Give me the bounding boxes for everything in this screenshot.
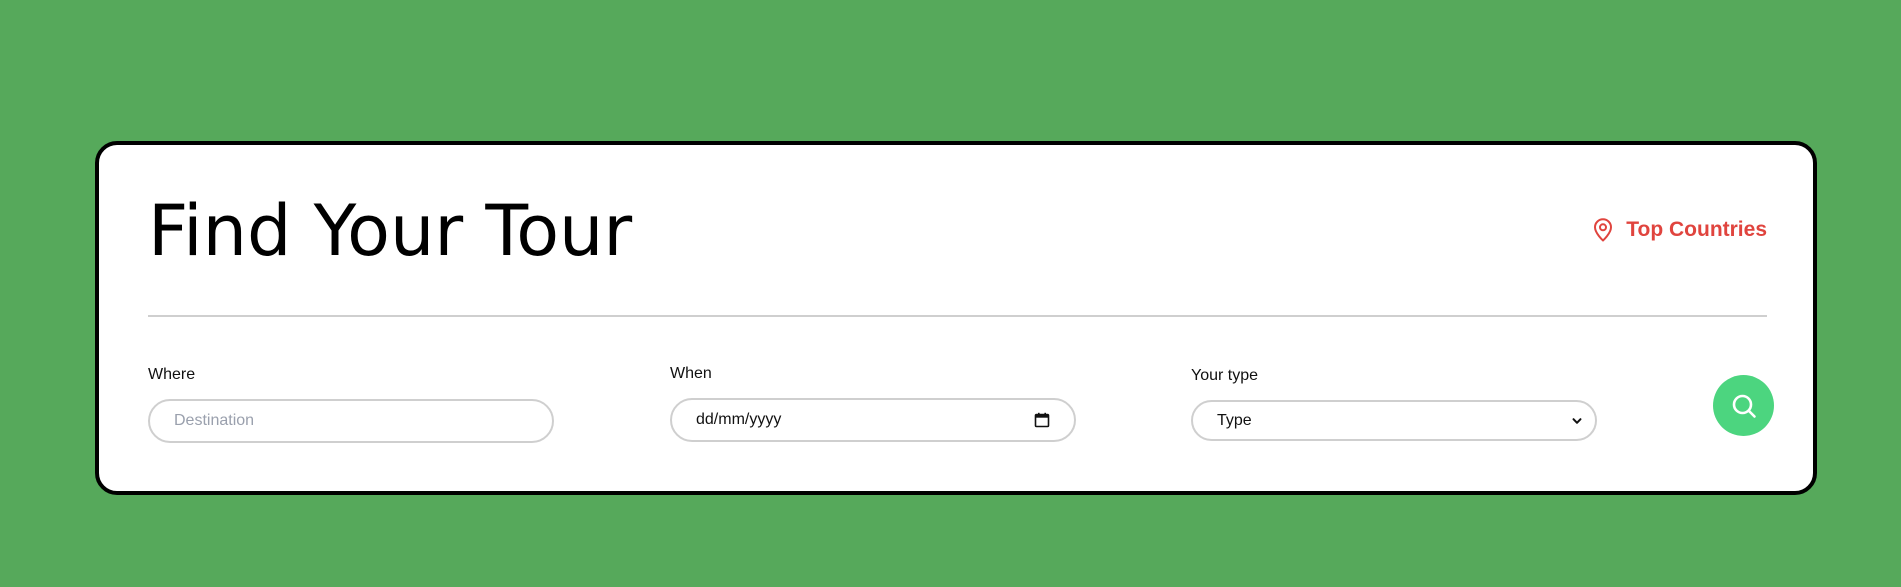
search-icon: [1730, 392, 1758, 420]
when-field: When dd/mm/yyyy: [670, 364, 1076, 442]
type-field: Your type Type: [1191, 366, 1597, 441]
destination-input[interactable]: [174, 412, 528, 430]
date-value: dd/mm/yyyy: [696, 411, 782, 428]
top-countries-label: Top Countries: [1626, 218, 1767, 241]
type-label: Your type: [1191, 367, 1259, 384]
tour-search-card: Find Your Tour Top Countries Where When …: [95, 141, 1817, 495]
where-label: Where: [148, 366, 196, 383]
chevron-down-icon: [1571, 415, 1583, 427]
calendar-icon[interactable]: [1034, 412, 1050, 428]
type-select-value: Type: [1217, 411, 1252, 429]
date-input[interactable]: dd/mm/yyyy: [670, 398, 1076, 442]
when-label: When: [670, 365, 712, 382]
where-input-wrapper: [148, 399, 554, 443]
top-countries-link[interactable]: Top Countries: [1592, 217, 1767, 243]
divider: [148, 315, 1767, 317]
map-pin-icon: [1592, 218, 1614, 242]
search-button[interactable]: [1713, 375, 1774, 436]
page-title: Find Your Tour: [148, 190, 633, 272]
where-field: Where: [148, 365, 554, 443]
type-select[interactable]: Type: [1191, 400, 1597, 441]
